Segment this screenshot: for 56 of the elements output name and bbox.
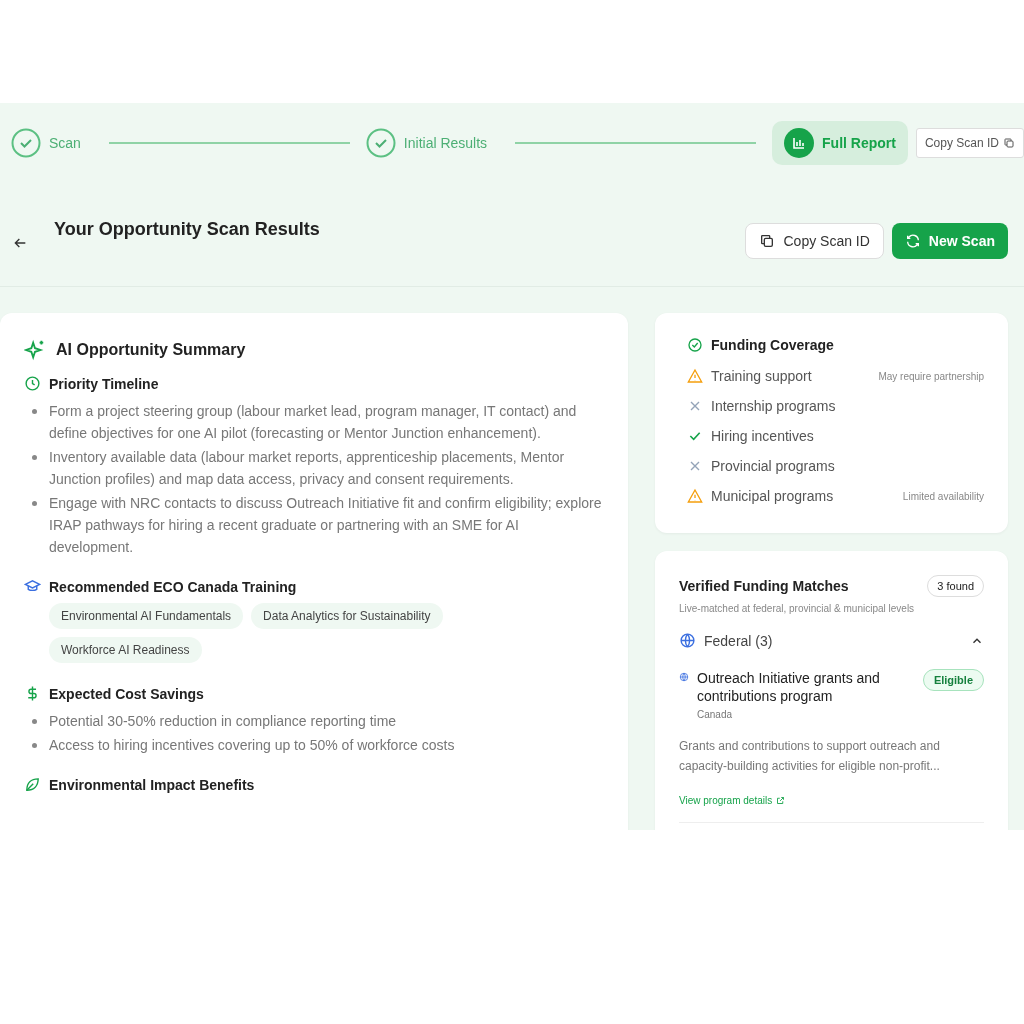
card-title: AI Opportunity Summary [56, 341, 246, 359]
list-item: Potential 30-50% reduction in compliance reporting time [49, 712, 397, 731]
refresh-icon [904, 233, 921, 249]
bullet-icon [32, 409, 37, 414]
coverage-note: May require partnership [878, 370, 984, 382]
copy-scan-id-button[interactable]: Copy Scan ID [745, 223, 884, 259]
course-tag: Environmental AI Fundamentals [49, 603, 244, 629]
coverage-label: Hiring incentives [711, 428, 815, 444]
card-title: Verified Funding Matches [679, 578, 849, 594]
program-region: Canada [697, 709, 734, 720]
coverage-label: Municipal programs [711, 488, 835, 504]
section-heading: Priority Timeline [49, 375, 159, 392]
copy-icon [759, 233, 776, 249]
leaf-icon [24, 776, 41, 793]
progress-step[interactable]: Scan [11, 122, 93, 164]
coverage-label: Training support [711, 368, 813, 384]
section-heading: Environmental Impact Benefits [49, 776, 255, 793]
coverage-note: Limited availability [902, 490, 984, 502]
globe-icon [679, 672, 689, 682]
course-tag: Data Analytics for Sustainability [251, 603, 443, 629]
section-heading: Expected Cost Savings [49, 685, 204, 702]
status-badge: Eligible [922, 669, 984, 691]
program-name: Outreach Initiative grants and contributions program [697, 669, 881, 705]
progress-step[interactable]: Full Report [772, 121, 908, 165]
group-label[interactable]: Federal (3) [704, 632, 773, 649]
new-scan-button[interactable]: New Scan [891, 223, 1008, 259]
sparkle-icon [24, 339, 46, 361]
check-circle-icon [365, 128, 396, 158]
card-title: Funding Coverage [711, 337, 834, 353]
check-circle-icon [11, 128, 41, 158]
copy-scan-id-button[interactable]: Copy Scan ID [915, 128, 1024, 158]
clock-icon [24, 375, 41, 392]
coverage-label: Internship programs [711, 398, 837, 414]
copy-icon [1003, 137, 1015, 149]
warning-icon [687, 488, 703, 504]
progress-step[interactable]: Initial Results [365, 122, 500, 164]
card-subtitle: Live-matched at federal, provincial & municipal levels [679, 603, 916, 614]
list-item: Engage with NRC contacts to discuss Outreach Initiative fit and confirm eligibility; explore IRAP pathways for hiring a recent graduate or partnering with an SME for AI development. [49, 494, 603, 557]
bullet-icon [32, 719, 37, 724]
section-heading: Recommended ECO Canada Training [49, 578, 297, 595]
external-link-icon [776, 796, 786, 805]
course-tag: Workforce AI Readiness [49, 637, 202, 663]
check-circle-icon [687, 337, 703, 353]
warning-icon [687, 368, 703, 384]
chart-icon [784, 128, 815, 158]
bullet-icon [32, 455, 37, 460]
bullet-icon [32, 743, 37, 748]
globe-icon [679, 632, 696, 649]
list-item: Access to hiring incentives covering up to 50% of workforce costs [49, 736, 455, 755]
coverage-label: Provincial programs [711, 458, 836, 474]
program-description: Grants and contributions to support outreach and capacity-building activities for eligible non-profit... [679, 738, 941, 775]
list-item: Form a project steering group (labour market lead, program manager, IT contact) and define objectives for one AI pilot (forecasting or Mentor Junction enhancement). [49, 402, 578, 443]
bullet-icon [32, 501, 37, 506]
program-details-link[interactable]: View program details [679, 795, 786, 806]
list-item: Inventory available data (labour market reports, apprenticeship placements, Mentor Junction profiles) and map data access, privacy and consent requirements. [49, 448, 566, 489]
page-title: Your Opportunity Scan Results [54, 219, 321, 240]
